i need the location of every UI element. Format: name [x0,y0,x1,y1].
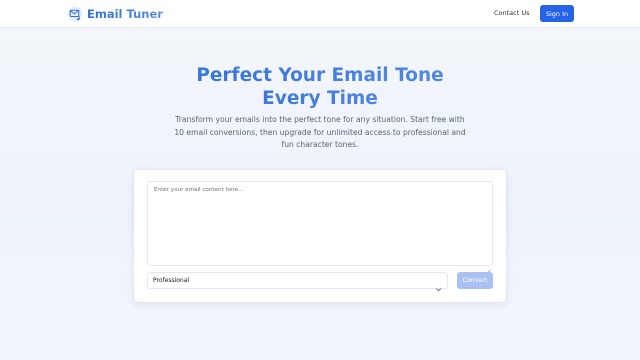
tone-select-value: Professional [153,277,190,284]
hero-title-line-2: Every Time [262,88,378,109]
brand-name: Email Tuner [87,7,163,21]
resize-grip-icon[interactable] [486,259,491,274]
converter-card: Professional Convert [134,170,506,302]
convert-button[interactable]: Convert [457,272,493,289]
hero-subtitle-line-3: fun character tones. [281,140,359,149]
contact-us-link[interactable]: Contact Us [494,9,530,17]
email-content-input[interactable] [147,181,493,266]
hero-subtitle-line-1: Transform your emails into the perfect t… [175,115,465,124]
hero-subtitle: Transform your emails into the perfect t… [150,114,490,152]
envelope-music-icon [67,6,83,22]
hero-title-line-1: Perfect Your Email Tone [196,65,444,86]
chevron-down-icon [435,278,442,292]
hero-title: Perfect Your Email Tone Every Time [120,64,520,110]
tone-select[interactable]: Professional [147,272,448,292]
hero-subtitle-line-2: 10 email conversions, then upgrade for u… [174,127,466,137]
top-nav-bar: Email Tuner Contact Us Sign In [0,0,640,28]
brand-logo[interactable]: Email Tuner [67,5,163,23]
sign-in-button[interactable]: Sign In [540,5,574,22]
